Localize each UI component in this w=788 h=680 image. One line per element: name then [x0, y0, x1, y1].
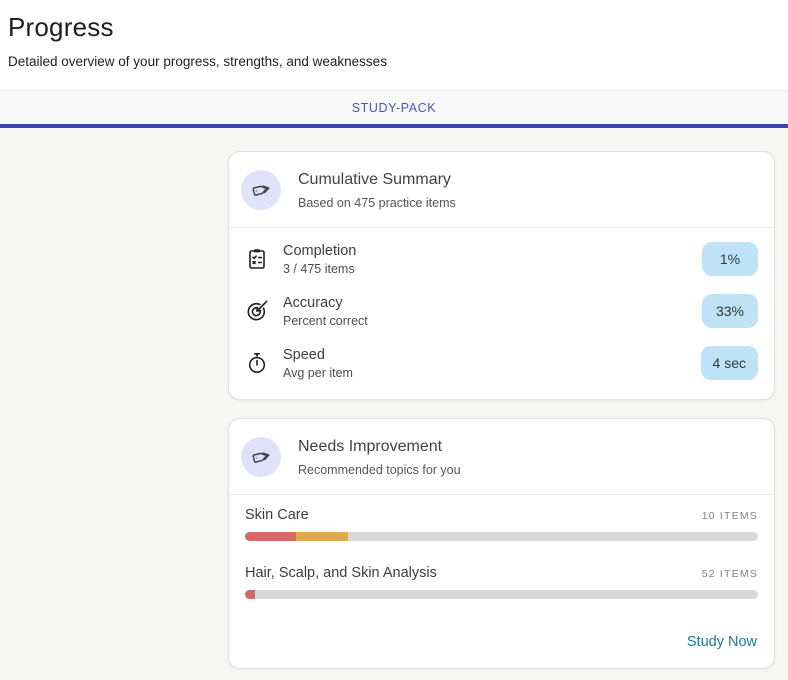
avatar [241, 170, 281, 210]
completion-badge: 1% [702, 242, 758, 276]
metric-label: Accuracy [283, 295, 688, 311]
needs-improvement-card: Needs Improvement Recommended topics for… [228, 418, 775, 669]
card-subtitle: Based on 475 practice items [298, 196, 456, 210]
topic-progress-bar [245, 532, 758, 541]
topic-items-count: 10 ITEMS [702, 510, 758, 522]
cumulative-summary-card: Cumulative Summary Based on 475 practice… [228, 151, 775, 400]
metric-sublabel: 3 / 475 items [283, 262, 688, 276]
tags-icon [250, 446, 272, 468]
summary-card-header: Cumulative Summary Based on 475 practice… [229, 152, 774, 227]
topic-name: Skin Care [245, 507, 309, 523]
topics-list: Skin Care 10 ITEMS Hair, Scalp, and Skin… [229, 495, 774, 611]
checklist-icon [245, 247, 269, 271]
metric-sublabel: Percent correct [283, 314, 688, 328]
target-icon [245, 299, 269, 323]
tab-bar: STUDY-PACK [0, 91, 788, 128]
metric-label: Speed [283, 347, 687, 363]
accuracy-badge: 33% [702, 294, 758, 328]
stopwatch-icon [245, 351, 269, 375]
topic-row-hair-scalp-skin: Hair, Scalp, and Skin Analysis 52 ITEMS [229, 553, 774, 611]
topic-row-skin-care: Skin Care 10 ITEMS [229, 495, 774, 553]
metric-row-accuracy: Accuracy Percent correct 33% [229, 285, 774, 337]
metric-label: Completion [283, 243, 688, 259]
tags-icon [250, 179, 272, 201]
page-subtitle: Detailed overview of your progress, stre… [8, 54, 772, 69]
study-now-link[interactable]: Study Now [687, 634, 757, 650]
summary-card-heading: Cumulative Summary Based on 475 practice… [298, 171, 456, 210]
metric-text: Completion 3 / 475 items [283, 243, 688, 276]
topic-progress-bar [245, 590, 758, 599]
page-header: Progress Detailed overview of your progr… [0, 0, 788, 91]
card-subtitle: Recommended topics for you [298, 463, 461, 477]
card-title: Cumulative Summary [298, 171, 456, 189]
main-content: Cumulative Summary Based on 475 practice… [0, 128, 788, 669]
topic-items-count: 52 ITEMS [702, 568, 758, 580]
metric-row-speed: Speed Avg per item 4 sec [229, 337, 774, 389]
improvement-card-heading: Needs Improvement Recommended topics for… [298, 438, 461, 477]
avatar [241, 437, 281, 477]
speed-badge: 4 sec [701, 346, 758, 380]
card-footer: Study Now [229, 611, 774, 668]
tab-study-pack[interactable]: STUDY-PACK [0, 91, 788, 124]
metrics-list: Completion 3 / 475 items 1% Accura [229, 228, 774, 399]
topic-name: Hair, Scalp, and Skin Analysis [245, 565, 437, 581]
metric-text: Speed Avg per item [283, 347, 687, 380]
metric-sublabel: Avg per item [283, 366, 687, 380]
metric-text: Accuracy Percent correct [283, 295, 688, 328]
topic-head: Skin Care 10 ITEMS [245, 507, 758, 523]
metric-row-completion: Completion 3 / 475 items 1% [229, 233, 774, 285]
topic-head: Hair, Scalp, and Skin Analysis 52 ITEMS [245, 565, 758, 581]
page-title: Progress [8, 12, 772, 43]
card-title: Needs Improvement [298, 438, 461, 456]
improvement-card-header: Needs Improvement Recommended topics for… [229, 419, 774, 494]
